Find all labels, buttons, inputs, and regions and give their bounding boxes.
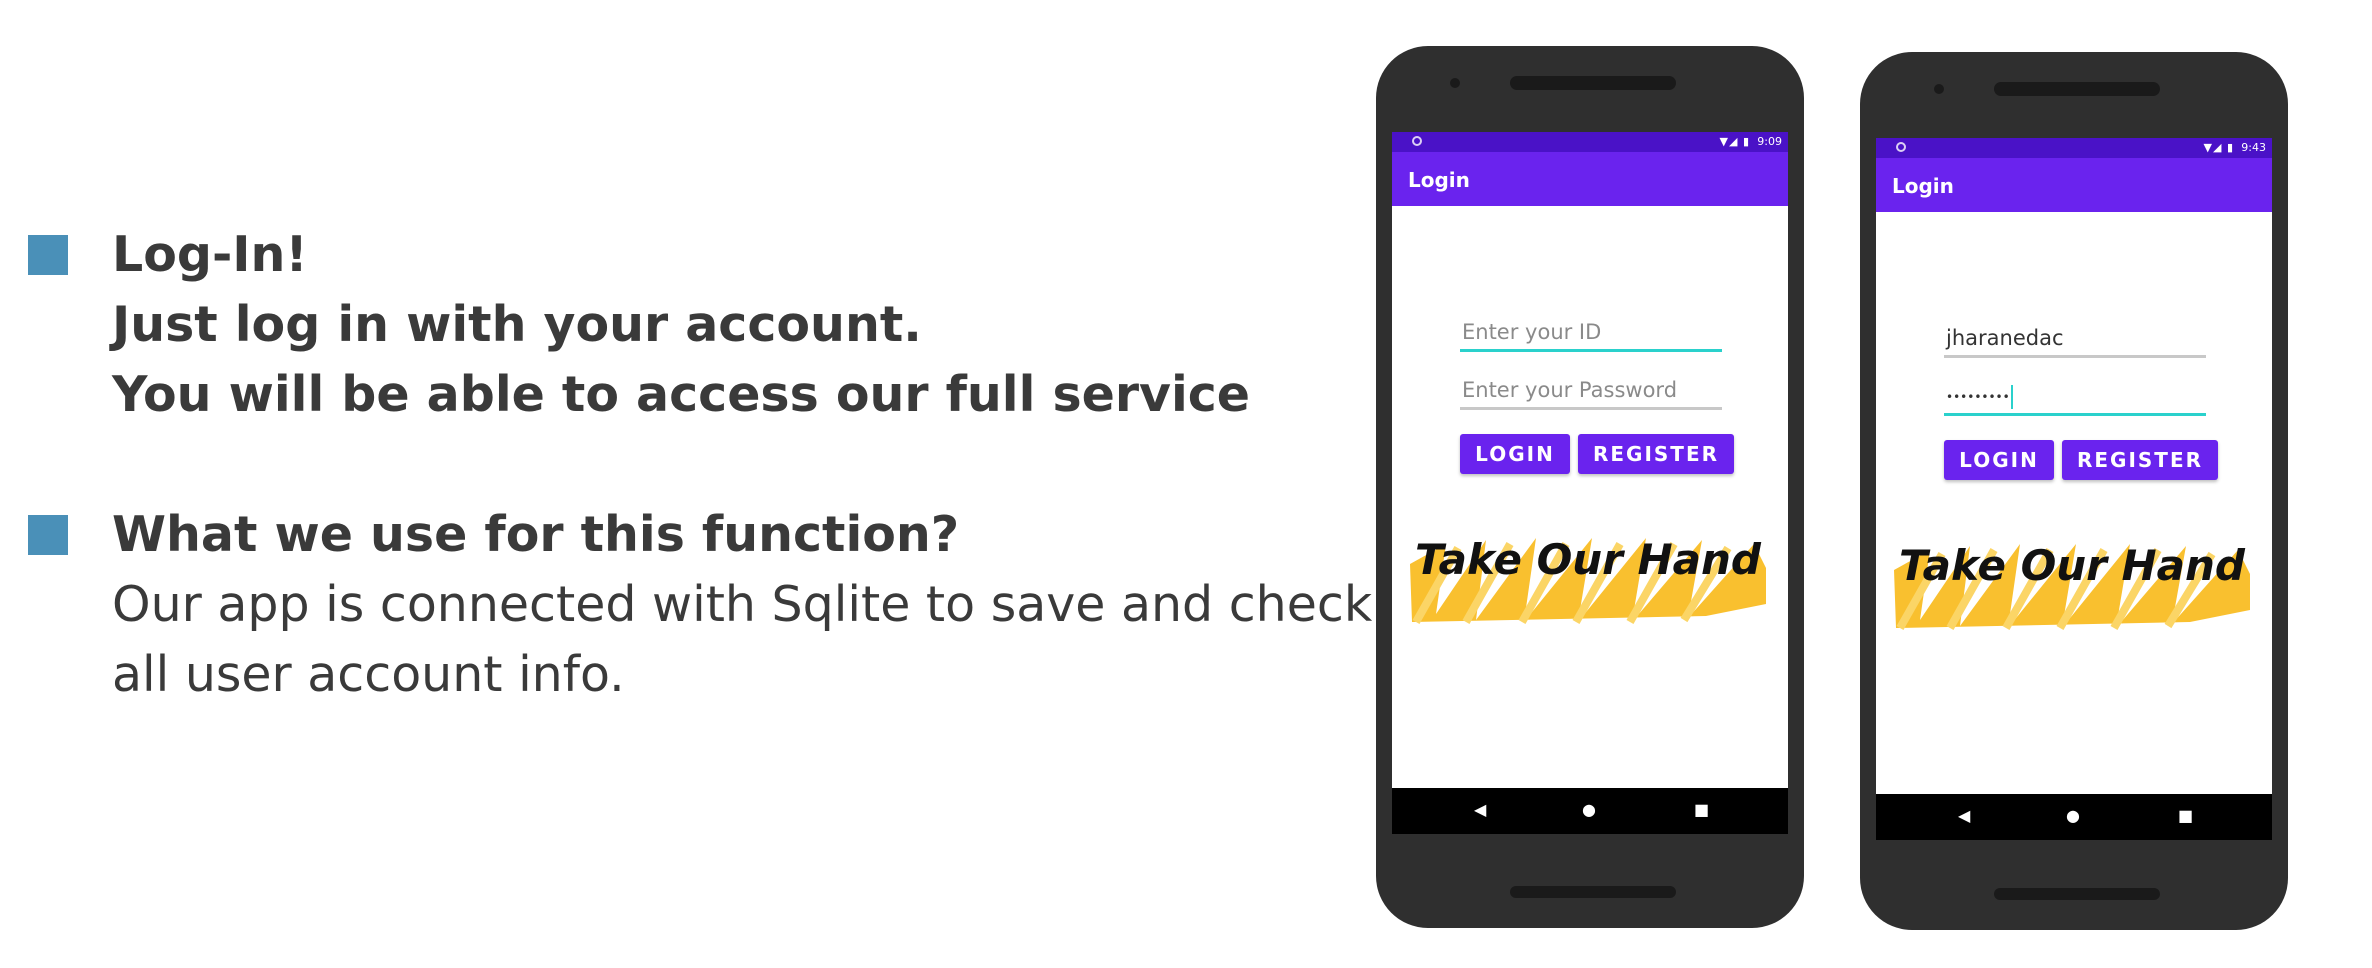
android-nav-bar: ◀ ● ■ <box>1392 788 1788 834</box>
bullet-login-text: Log-In! Just log in with your account. Y… <box>112 220 1342 430</box>
text-caret <box>2010 385 2013 409</box>
bullet-login-line-3: You will be able to access our full serv… <box>112 366 1251 423</box>
register-button[interactable]: REGISTER <box>2062 440 2218 480</box>
back-icon[interactable]: ◀ <box>1474 800 1486 819</box>
take-our-hand-logo: Take Our Hand <box>1406 504 1770 628</box>
login-button[interactable]: LOGIN <box>1460 434 1570 474</box>
android-nav-bar: ◀ ● ■ <box>1876 794 2272 840</box>
register-button[interactable]: REGISTER <box>1578 434 1734 474</box>
app-bar-title: Login <box>1408 168 1470 192</box>
app-bar-title: Login <box>1892 174 1954 198</box>
id-value: jharanedac <box>1946 326 2064 350</box>
phone-screen: ▼◢ ▮ 9:43 Login jharanedac ••••••••• LOG… <box>1876 138 2272 840</box>
phone-mockup-empty: ▼◢ ▮ 9:09 Login Enter your ID Enter your… <box>1376 46 1804 928</box>
logo-brush-graphic: Take Our Hand <box>1894 541 2250 630</box>
id-input[interactable]: Enter your ID <box>1460 318 1722 352</box>
bottom-speaker <box>1994 888 2160 900</box>
phone-screen: ▼◢ ▮ 9:09 Login Enter your ID Enter your… <box>1392 132 1788 834</box>
bullet-function-heading: What we use for this function? <box>112 506 960 563</box>
status-bar: ▼◢ ▮ 9:43 <box>1876 138 2272 158</box>
earpiece-speaker <box>1994 82 2160 96</box>
home-icon[interactable]: ● <box>2066 806 2080 825</box>
notification-icon <box>1896 142 1906 152</box>
phone-mockup-filled: ▼◢ ▮ 9:43 Login jharanedac ••••••••• LOG… <box>1860 52 2288 930</box>
recents-icon[interactable]: ■ <box>1694 800 1709 819</box>
password-input[interactable]: Enter your Password <box>1460 376 1722 410</box>
notification-icon <box>1412 136 1422 146</box>
bullet-login-title: Log-In! <box>112 226 308 283</box>
earpiece-speaker <box>1510 76 1676 90</box>
bullet-function-body-2: all user account info. <box>112 646 625 703</box>
bullet-function-body-1: Our app is connected with Sqlite to save… <box>112 576 1373 633</box>
recents-icon[interactable]: ■ <box>2178 806 2193 825</box>
signal-battery-icons: ▼◢ ▮ <box>2203 141 2234 154</box>
signal-battery-icons: ▼◢ ▮ <box>1719 135 1750 148</box>
status-time: 9:09 <box>1757 135 1782 148</box>
camera-icon <box>1934 84 1944 94</box>
app-bar: Login <box>1392 152 1788 206</box>
password-mask: ••••••••• <box>1946 390 2010 404</box>
status-bar: ▼◢ ▮ 9:09 <box>1392 132 1788 152</box>
id-input[interactable]: jharanedac <box>1944 324 2206 358</box>
bullet-login-line-2: Just log in with your account. <box>112 296 922 353</box>
login-button[interactable]: LOGIN <box>1944 440 2054 480</box>
status-time: 9:43 <box>2241 141 2266 154</box>
back-icon[interactable]: ◀ <box>1958 806 1970 825</box>
logo-brush-graphic: Take Our Hand <box>1410 535 1766 624</box>
logo-text: Take Our Hand <box>1415 535 1762 584</box>
password-input[interactable]: ••••••••• <box>1944 382 2206 416</box>
home-icon[interactable]: ● <box>1582 800 1596 819</box>
password-placeholder: Enter your Password <box>1462 378 1678 402</box>
take-our-hand-logo: Take Our Hand <box>1890 510 2254 634</box>
id-placeholder: Enter your ID <box>1462 320 1602 344</box>
bullet-square-icon <box>28 515 68 555</box>
logo-text: Take Our Hand <box>1899 541 2246 590</box>
camera-icon <box>1450 78 1460 88</box>
bullet-function-text: What we use for this function? Our app i… <box>112 500 1373 710</box>
bullet-square-icon <box>28 235 68 275</box>
app-bar: Login <box>1876 158 2272 212</box>
bottom-speaker <box>1510 886 1676 898</box>
